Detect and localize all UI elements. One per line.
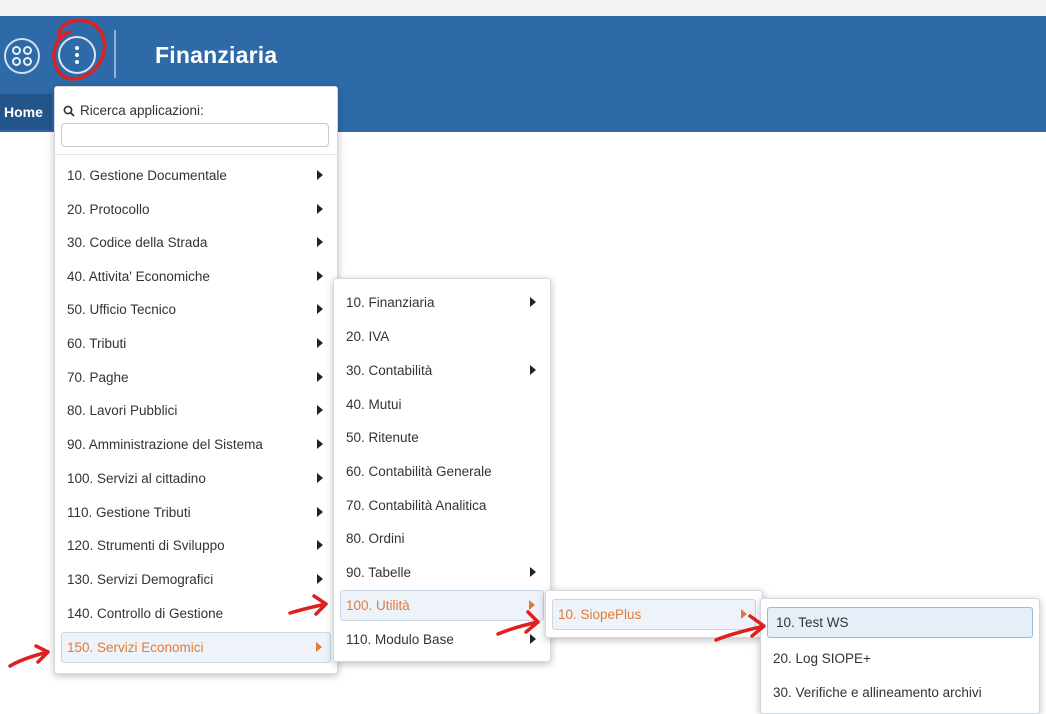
menu-item-servizi-cittadino[interactable]: 100. Servizi al cittadino [61,463,331,494]
menu-item-paghe[interactable]: 70. Paghe [61,362,331,393]
menu-item-servizi-demografici[interactable]: 130. Servizi Demografici [61,564,331,595]
menu-item-ordini[interactable]: 80. Ordini [340,523,544,554]
menu-item-tributi[interactable]: 60. Tributi [61,328,331,359]
menu-item-ufficio-tecnico[interactable]: 50. Ufficio Tecnico [61,294,331,325]
chevron-right-icon [317,304,323,314]
chevron-right-icon [317,271,323,281]
browser-top-strip [0,0,1046,16]
menu-divider [55,154,337,155]
menu-item-finanziaria[interactable]: 10. Finanziaria [340,287,544,318]
menu-item-contabilita[interactable]: 30. Contabilità [340,355,544,386]
chevron-right-icon [317,204,323,214]
chevron-right-icon [317,507,323,517]
siopeplus-submenu: 10. Test WS 20. Log SIOPE+ 30. Verifiche… [760,598,1040,714]
search-label: Ricerca applicazioni: [63,103,204,118]
chevron-right-icon [530,567,536,577]
menu-item-utilita[interactable]: 100. Utilità [340,590,544,621]
chevron-right-icon [530,634,536,644]
chevron-right-icon [317,237,323,247]
apps-grid-icon[interactable] [4,38,40,74]
menu-item-gestione-tributi[interactable]: 110. Gestione Tributi [61,497,331,528]
chevron-right-icon [317,439,323,449]
menu-item-gestione-documentale[interactable]: 10. Gestione Documentale [61,160,331,191]
chevron-right-icon [317,372,323,382]
chevron-right-icon [530,297,536,307]
menu-item-verifiche-allineamento[interactable]: 30. Verifiche e allineamento archivi [767,677,1033,708]
chevron-right-icon [530,365,536,375]
menu-item-tabelle[interactable]: 90. Tabelle [340,557,544,588]
chevron-right-icon [316,642,322,652]
menu-item-attivita-economiche[interactable]: 40. Attivita' Economiche [61,261,331,292]
menu-item-mutui[interactable]: 40. Mutui [340,389,544,420]
chevron-right-icon [317,540,323,550]
menu-item-controllo-gestione[interactable]: 140. Controllo di Gestione [61,598,331,629]
app-title: Finanziaria [155,42,278,68]
tab-home[interactable]: Home [0,94,52,130]
chevron-right-icon [317,338,323,348]
menu-item-amministrazione-sistema[interactable]: 90. Amministrazione del Sistema [61,429,331,460]
menu-item-test-ws[interactable]: 10. Test WS [767,607,1033,638]
chevron-right-icon [317,170,323,180]
chevron-right-icon [317,473,323,483]
menu-item-strumenti-sviluppo[interactable]: 120. Strumenti di Sviluppo [61,530,331,561]
chevron-right-icon [317,405,323,415]
menu-item-contabilita-analitica[interactable]: 70. Contabilità Analitica [340,490,544,521]
app-header: Finanziaria [0,16,1046,90]
menu-item-protocollo[interactable]: 20. Protocollo [61,194,331,225]
chevron-right-icon [529,600,535,610]
menu-item-codice-della-strada[interactable]: 30. Codice della Strada [61,227,331,258]
search-icon [63,105,75,117]
menu-item-modulo-base[interactable]: 110. Modulo Base [340,624,544,655]
menu-item-siopeplus[interactable]: 10. SiopePlus [552,599,756,630]
search-label-text: Ricerca applicazioni: [80,103,204,118]
chevron-right-icon [317,574,323,584]
menu-item-log-siope[interactable]: 20. Log SIOPE+ [767,643,1033,674]
kebab-menu-icon[interactable] [58,36,96,74]
header-divider [114,30,116,78]
chevron-right-icon [741,609,747,619]
menu-item-contabilita-generale[interactable]: 60. Contabilità Generale [340,456,544,487]
applications-menu: Ricerca applicazioni: 10. Gestione Docum… [54,86,338,674]
menu-item-iva[interactable]: 20. IVA [340,321,544,352]
search-input[interactable] [61,123,329,147]
menu-item-lavori-pubblici[interactable]: 80. Lavori Pubblici [61,395,331,426]
utilita-submenu: 10. SiopePlus [545,590,763,638]
servizi-economici-submenu: 10. Finanziaria 20. IVA 30. Contabilità … [333,278,551,662]
menu-item-servizi-economici[interactable]: 150. Servizi Economici [61,632,331,663]
annotation-arrow-1 [8,644,50,668]
menu-item-ritenute[interactable]: 50. Ritenute [340,422,544,453]
